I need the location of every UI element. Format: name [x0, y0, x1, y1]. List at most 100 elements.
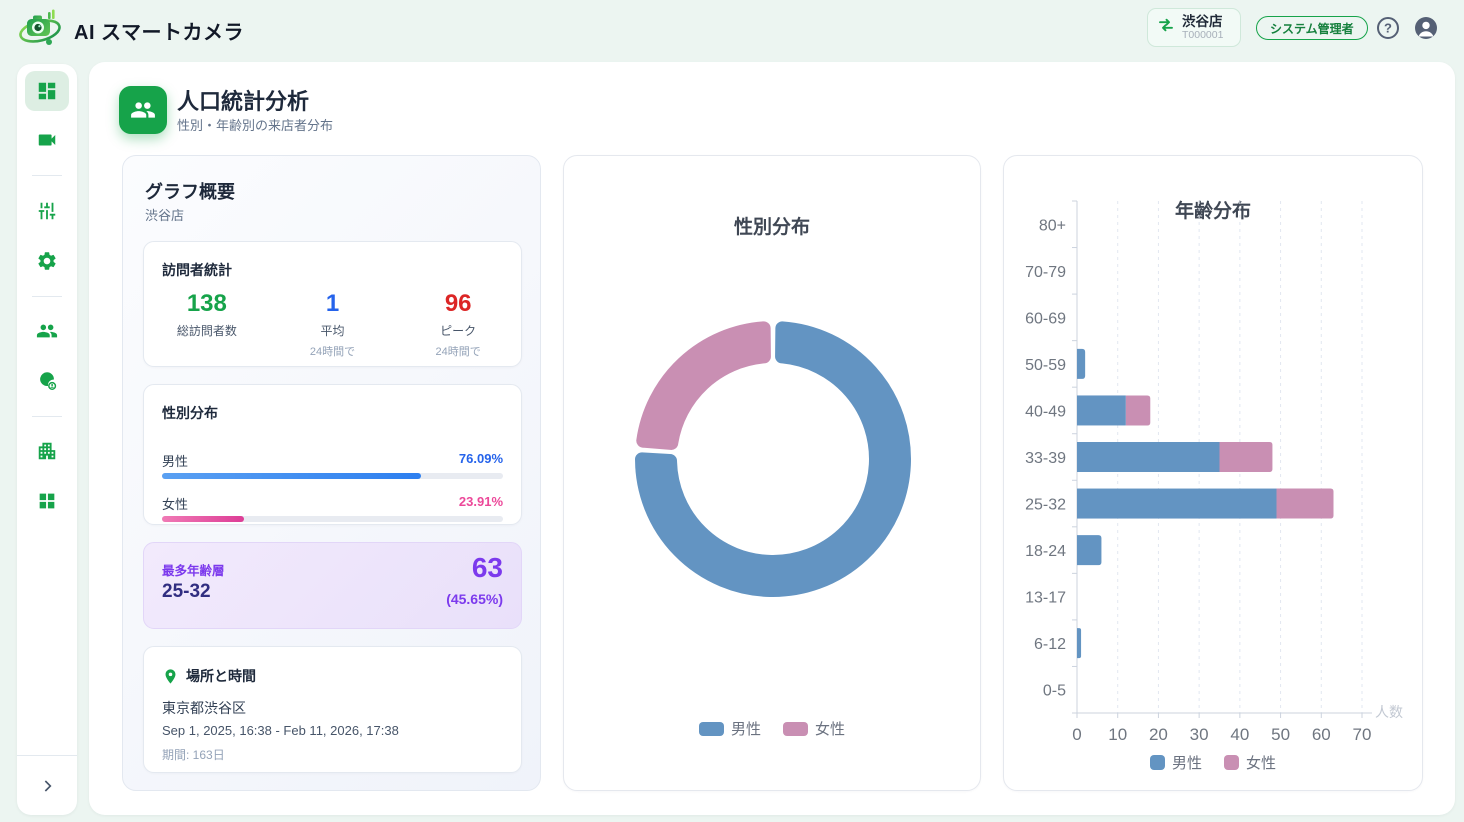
male-percentage: 76.09% — [459, 451, 503, 470]
map-pin-icon — [162, 668, 179, 685]
avatar-icon — [1413, 15, 1439, 41]
sidebar-item-settings[interactable] — [25, 241, 69, 281]
location-duration: 期間: 163日 — [162, 746, 225, 763]
legend-item[interactable]: 男性 — [1150, 752, 1202, 773]
main-panel: 人口統計分析 性別・年齢別の来店者分布 グラフ概要 渋谷店 訪問者統計 138 … — [89, 62, 1455, 815]
svg-text:50: 50 — [1271, 725, 1290, 744]
gender-card-title: 性別分布 — [162, 403, 218, 423]
building-icon — [36, 440, 58, 462]
svg-text:50-59: 50-59 — [1025, 357, 1066, 374]
stat-average-value: 1 — [270, 290, 396, 319]
gender-chart-card: 性別分布 男性女性 — [563, 155, 981, 791]
svg-text:70-79: 70-79 — [1025, 264, 1066, 281]
dashboard-icon — [36, 80, 58, 102]
svg-text:60-69: 60-69 — [1025, 310, 1066, 327]
svg-text:40-49: 40-49 — [1025, 403, 1066, 420]
swap-arrows-icon — [1157, 16, 1175, 39]
male-label: 男性 — [162, 451, 188, 470]
svg-text:70: 70 — [1353, 725, 1372, 744]
legend-marker — [1150, 755, 1165, 770]
face-id-icon — [36, 370, 58, 392]
sliders-icon — [36, 200, 58, 222]
sidebar-item-cameras[interactable] — [25, 120, 69, 160]
gender-distribution-card: 性別分布 男性 76.09% 女性 23.91% — [143, 384, 522, 525]
female-percentage: 23.91% — [459, 494, 503, 513]
sidebar-divider — [32, 296, 62, 297]
location-title: 場所と時間 — [186, 666, 256, 686]
legend-item[interactable]: 女性 — [783, 718, 845, 739]
svg-text:30: 30 — [1190, 725, 1209, 744]
sidebar-item-dashboard[interactable] — [25, 71, 69, 111]
stat-peak: 96 ピーク 24時間で — [395, 290, 521, 359]
female-label: 女性 — [162, 494, 188, 513]
page-title: 人口統計分析 — [177, 84, 309, 116]
top-age-count: 63 — [472, 552, 503, 584]
sidebar — [17, 64, 77, 815]
male-progress-fill — [162, 473, 421, 479]
legend-item[interactable]: 男性 — [699, 718, 761, 739]
sidebar-item-face-recognition[interactable] — [25, 361, 69, 401]
location-place: 東京都渋谷区 — [162, 698, 246, 718]
sidebar-item-controls[interactable] — [25, 191, 69, 231]
age-bar-chart[interactable]: 01020304050607080+70-7960-6950-5940-4933… — [1004, 156, 1424, 792]
legend-item[interactable]: 女性 — [1224, 752, 1276, 773]
stat-total-value: 138 — [144, 290, 270, 319]
stat-average-label: 平均 — [270, 322, 396, 339]
avatar-button[interactable] — [1413, 15, 1439, 41]
overview-panel: グラフ概要 渋谷店 訪問者統計 138 総訪問者数 1 平均 24時間で 96 … — [122, 155, 541, 791]
age-chart-card: 年齢分布 01020304050607080+70-7960-6950-5940… — [1003, 155, 1423, 791]
legend-label: 女性 — [815, 718, 845, 739]
grid-icon — [36, 490, 58, 512]
top-age-percentage: (45.65%) — [446, 591, 503, 607]
overview-store: 渋谷店 — [145, 205, 184, 224]
location-time-card: 場所と時間 東京都渋谷区 Sep 1, 2025, 16:38 - Feb 11… — [143, 646, 522, 773]
legend-label: 男性 — [731, 718, 761, 739]
stat-average-sub: 24時間で — [270, 343, 396, 359]
demographics-icon — [119, 86, 167, 134]
visitor-stats-title: 訪問者統計 — [162, 260, 232, 280]
age-chart-legend: 男性 女性 — [1004, 752, 1422, 773]
gender-chart-legend: 男性 女性 — [564, 718, 980, 739]
top-age-group-card: 最多年齢層 25-32 63 (45.65%) — [143, 542, 522, 629]
top-age-label: 最多年齢層 — [162, 560, 225, 579]
top-age-range: 25-32 — [162, 581, 211, 603]
svg-text:25-32: 25-32 — [1025, 497, 1066, 514]
svg-text:18-24: 18-24 — [1025, 543, 1066, 560]
stat-peak-sub: 24時間で — [395, 343, 521, 359]
role-badge: システム管理者 — [1256, 16, 1368, 40]
stat-peak-label: ピーク — [395, 322, 521, 339]
store-code: T000001 — [1182, 29, 1223, 41]
sidebar-divider — [32, 416, 62, 417]
sidebar-footer — [17, 755, 77, 815]
svg-text:人数: 人数 — [1375, 704, 1403, 720]
svg-text:0-5: 0-5 — [1043, 683, 1066, 700]
sidebar-collapse-button[interactable] — [30, 769, 64, 803]
stat-peak-value: 96 — [395, 290, 521, 319]
page-subtitle: 性別・年齢別の来店者分布 — [177, 115, 333, 134]
gender-donut-chart[interactable] — [564, 156, 982, 792]
legend-label: 男性 — [1172, 752, 1202, 773]
question-mark-icon: ? — [1384, 21, 1392, 36]
svg-text:0: 0 — [1072, 725, 1081, 744]
app-title: AI スマートカメラ — [74, 16, 244, 45]
svg-text:33-39: 33-39 — [1025, 450, 1066, 467]
sidebar-divider — [32, 175, 62, 176]
sidebar-item-visitors[interactable] — [25, 311, 69, 351]
video-camera-icon — [36, 129, 58, 151]
svg-text:13-17: 13-17 — [1025, 590, 1066, 607]
male-progress-track — [162, 473, 503, 479]
chevron-right-icon — [37, 776, 57, 796]
stat-average: 1 平均 24時間で — [270, 290, 396, 359]
stat-total: 138 総訪問者数 — [144, 290, 270, 359]
svg-text:60: 60 — [1312, 725, 1331, 744]
store-switcher-button[interactable]: 渋谷店 T000001 — [1147, 8, 1241, 47]
legend-marker — [783, 722, 808, 736]
app-header: AI スマートカメラ 渋谷店 T000001 システム管理者 ? — [0, 0, 1464, 56]
sidebar-item-stores[interactable] — [25, 431, 69, 471]
location-period: Sep 1, 2025, 16:38 - Feb 11, 2026, 17:38 — [162, 723, 399, 738]
people-icon — [36, 320, 58, 342]
help-button[interactable]: ? — [1375, 15, 1401, 41]
visitor-stats-card: 訪問者統計 138 総訪問者数 1 平均 24時間で 96 ピーク 24時間で — [143, 241, 522, 367]
svg-text:80+: 80+ — [1039, 217, 1066, 234]
sidebar-item-layouts[interactable] — [25, 481, 69, 521]
